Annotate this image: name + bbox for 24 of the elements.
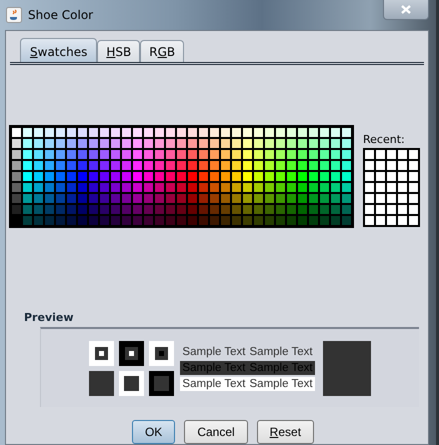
close-button[interactable] — [383, 0, 429, 20]
color-swatch-grid[interactable] — [10, 126, 353, 227]
dialog-button[interactable]: Reset — [256, 420, 314, 444]
sample-text: Sample Text — [250, 378, 313, 390]
tab[interactable]: HSB — [97, 40, 140, 62]
swatch-preview-icon — [149, 340, 174, 366]
dialog-button[interactable]: Cancel — [184, 420, 248, 444]
swatch-preview-icon — [149, 370, 174, 396]
swatch-preview-icon — [119, 370, 144, 396]
sample-text: Sample Text — [250, 346, 313, 358]
tab[interactable]: Swatches — [20, 38, 98, 62]
recent-swatch-grid[interactable] — [363, 148, 420, 227]
swatch-preview-icon — [89, 340, 114, 366]
java-cup-icon — [6, 7, 22, 23]
tab[interactable]: RGB — [140, 40, 184, 62]
window-title: Shoe Color — [28, 8, 94, 22]
sample-text: Sample Text — [182, 346, 246, 358]
close-icon — [401, 5, 411, 14]
preview-label: Preview — [24, 311, 75, 324]
swatch-preview-icon — [89, 370, 114, 396]
swatch-preview-icon — [119, 340, 144, 366]
recent-label: Recent: — [363, 133, 406, 146]
sample-text: Sample Text — [182, 378, 246, 390]
dialog-button[interactable]: OK — [132, 420, 176, 444]
